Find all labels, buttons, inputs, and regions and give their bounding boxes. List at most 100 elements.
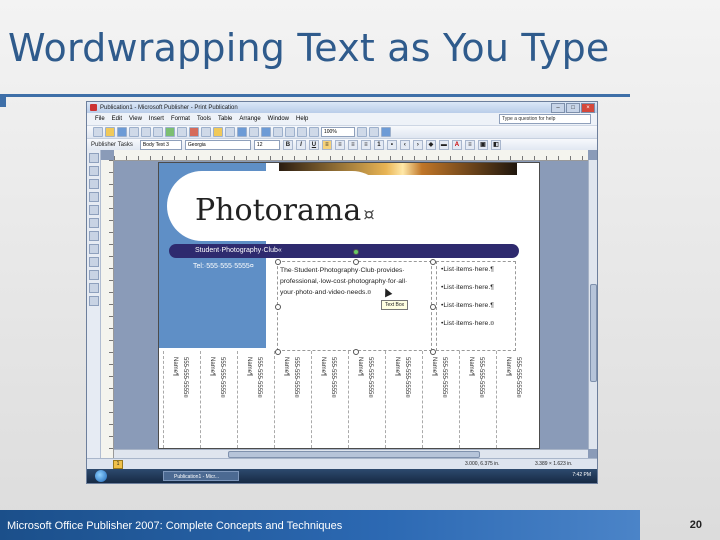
hyperlink-icon[interactable] (261, 127, 271, 137)
help-search-input[interactable]: Type a question for help (499, 114, 591, 124)
zoom-out-icon[interactable] (357, 127, 367, 137)
tear-off-strip[interactable]: Name¶ 555-555-5555¤ (200, 351, 234, 448)
publisher-tasks-button[interactable]: Publisher Tasks (91, 142, 133, 148)
maximize-button[interactable]: □ (566, 103, 580, 113)
arrow-tool-icon[interactable] (89, 231, 99, 241)
vertical-scrollbar[interactable] (588, 160, 597, 449)
menu-help[interactable]: Help (296, 116, 308, 122)
wordart-icon[interactable] (89, 192, 99, 202)
increase-indent-icon[interactable]: › (412, 140, 423, 150)
menu-file[interactable]: File (95, 116, 105, 122)
close-button[interactable]: × (581, 103, 595, 113)
publication-page[interactable]: Photorama ¤ Student·Photography·Club« Tel… (158, 162, 540, 449)
tear-off-strip[interactable]: Name¶ 555-555-5555¤ (274, 351, 308, 448)
bullet-list-box[interactable]: •List·items·here.¶ •List·items·here.¶ •L… (436, 261, 516, 351)
page-indicator[interactable]: 1 (113, 460, 123, 469)
select-tool-icon[interactable] (89, 153, 99, 163)
numbering-icon[interactable]: 1 (373, 140, 384, 150)
menu-view[interactable]: View (129, 116, 142, 122)
taskbar-item-publication[interactable]: Publication1 - Micr... (163, 471, 239, 481)
redo-icon[interactable] (249, 127, 259, 137)
autoshapes-icon[interactable] (89, 270, 99, 280)
zoom-select[interactable]: 100% (321, 127, 355, 137)
format-painter-icon[interactable] (225, 127, 235, 137)
handle-middle-left[interactable] (275, 304, 281, 310)
horizontal-scroll-thumb[interactable] (228, 451, 480, 458)
tear-off-strip[interactable]: Name¶ 555-555-5555¤ (496, 351, 530, 448)
menu-arrange[interactable]: Arrange (239, 116, 260, 122)
italic-button[interactable]: I (295, 140, 306, 150)
copy-icon[interactable] (201, 127, 211, 137)
menu-insert[interactable]: Insert (149, 116, 164, 122)
rectangle-tool-icon[interactable] (89, 257, 99, 267)
font-select[interactable]: Georgia (184, 140, 251, 150)
undo-icon[interactable] (237, 127, 247, 137)
align-center-button[interactable]: ≡ (334, 140, 345, 150)
start-button[interactable] (95, 470, 107, 482)
vertical-scroll-thumb[interactable] (590, 284, 597, 382)
open-icon[interactable] (105, 127, 115, 137)
justify-button[interactable]: ≡ (360, 140, 371, 150)
align-right-button[interactable]: ≡ (347, 140, 358, 150)
horizontal-ruler[interactable] (114, 150, 588, 161)
fill-color-icon[interactable]: ◆ (425, 140, 436, 150)
line-color-icon[interactable]: ▬ (438, 140, 449, 150)
tear-off-strip[interactable]: Name¶ 555-555-5555¤ (422, 351, 456, 448)
columns-icon[interactable] (297, 127, 307, 137)
tear-off-strip[interactable]: Name¶ 555-555-5555¤ (385, 351, 419, 448)
bring-forward-icon[interactable] (273, 127, 283, 137)
save-icon[interactable] (117, 127, 127, 137)
font-color-icon[interactable]: A (451, 140, 462, 150)
paste-icon[interactable] (213, 127, 223, 137)
handle-top-left[interactable] (275, 259, 281, 265)
line-tool-icon[interactable] (89, 218, 99, 228)
rotation-handle[interactable] (353, 249, 359, 255)
tear-off-strip[interactable]: Name¶ 555-555-5555¤ (459, 351, 493, 448)
shadow-icon[interactable]: ▣ (477, 140, 488, 150)
underline-button[interactable]: U (308, 140, 319, 150)
phone-text[interactable]: Tel:·555·555·5555¤ (193, 263, 263, 270)
new-icon[interactable] (93, 127, 103, 137)
bullets-icon[interactable]: • (386, 140, 397, 150)
tear-off-strip[interactable]: Name¶ 555-555-5555¤ (348, 351, 382, 448)
handle-top-middle[interactable] (353, 259, 359, 265)
3d-icon[interactable]: ◧ (490, 140, 501, 150)
hot-spot-icon[interactable] (89, 283, 99, 293)
menu-window[interactable]: Window (268, 116, 289, 122)
send-backward-icon[interactable] (285, 127, 295, 137)
decrease-indent-icon[interactable]: ‹ (399, 140, 410, 150)
menu-table[interactable]: Table (218, 116, 232, 122)
font-size-select[interactable]: 12 (253, 140, 280, 150)
print-preview-icon[interactable] (153, 127, 163, 137)
tear-off-strip[interactable]: Name¶ 555-555-5555¤ (311, 351, 345, 448)
show-paragraph-icon[interactable] (309, 127, 319, 137)
spelling-icon[interactable] (165, 127, 175, 137)
minimize-button[interactable]: – (551, 103, 565, 113)
oval-tool-icon[interactable] (89, 244, 99, 254)
print-icon[interactable] (141, 127, 151, 137)
cut-icon[interactable] (189, 127, 199, 137)
tear-off-strip[interactable]: Name¶ 555-555-5555¤ (237, 351, 271, 448)
text-box-tool-icon[interactable] (89, 166, 99, 176)
window-titlebar[interactable]: Publication1 - Microsoft Publisher - Pri… (87, 102, 597, 113)
line-style-icon[interactable]: ≡ (464, 140, 475, 150)
tear-off-strip[interactable]: Name¶ 555-555-5555¤ (163, 351, 197, 448)
insert-table-icon[interactable] (89, 179, 99, 189)
help-icon[interactable] (381, 127, 391, 137)
menu-tools[interactable]: Tools (197, 116, 211, 122)
menu-edit[interactable]: Edit (112, 116, 122, 122)
design-gallery-icon[interactable] (89, 296, 99, 306)
logo-text[interactable]: Photorama ¤ (195, 193, 375, 228)
tear-off-phone: 555-555-5555¤ (404, 357, 410, 398)
align-left-button[interactable]: ≡ (321, 140, 332, 150)
menu-format[interactable]: Format (171, 116, 190, 122)
tagline-band[interactable]: Student·Photography·Club« (169, 244, 519, 258)
bold-button[interactable]: B (282, 140, 293, 150)
picture-frame-icon[interactable] (89, 205, 99, 215)
style-select[interactable]: Body Text 3 (139, 140, 182, 150)
selected-text-box[interactable]: The·Student·Photography·Club·provides· p… (277, 261, 432, 351)
vertical-ruler[interactable] (101, 160, 114, 459)
research-icon[interactable] (177, 127, 187, 137)
zoom-in-icon[interactable] (369, 127, 379, 137)
email-icon[interactable] (129, 127, 139, 137)
